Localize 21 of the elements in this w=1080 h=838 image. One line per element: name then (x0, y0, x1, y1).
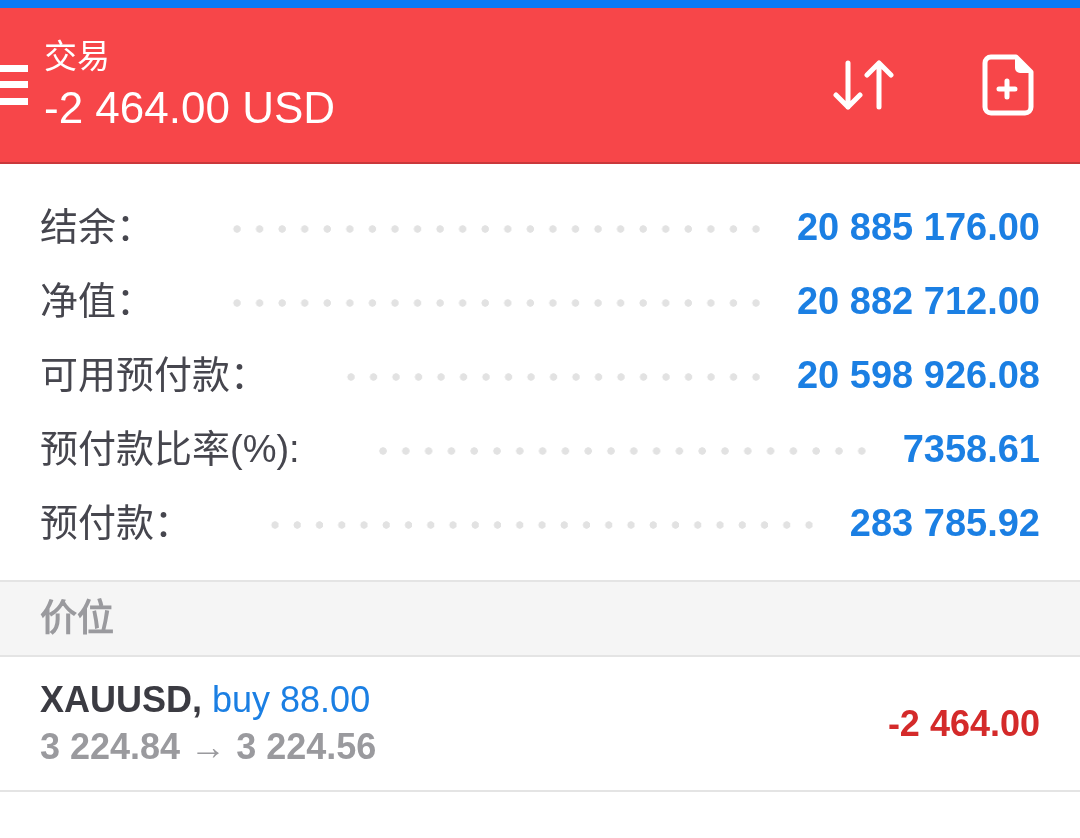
position-profit: -2 464.00 (887, 701, 1040, 746)
section-title: 价位 (40, 596, 114, 641)
summary-label: 可用预付款： (40, 352, 268, 398)
summary-label: 预付款： (40, 500, 192, 546)
summary-value: 20 882 712.00 (797, 278, 1040, 324)
position-row[interactable]: XAUUSD, buy 88.00 3 224.84 → 3 224.56 -2 464.00 (0, 657, 1080, 792)
position-symbol: XAUUSD, (40, 677, 203, 722)
summary-label: 预付款比率(%): (40, 426, 300, 472)
position-order: buy 88.00 (212, 677, 371, 722)
menu-icon[interactable] (0, 65, 28, 105)
screen-title: 交易 (44, 37, 111, 76)
summary-value: 20 885 176.00 (797, 204, 1040, 250)
summary-value: 283 785.92 (849, 500, 1040, 546)
summary-label: 结余： (40, 204, 154, 250)
position-prices: 3 224.84 → 3 224.56 (40, 724, 377, 769)
total-profit: -2 464.00 USD (44, 83, 337, 133)
sort-icon[interactable] (833, 60, 895, 110)
document-plus-icon[interactable] (982, 54, 1034, 116)
summary-value: 7358.61 (902, 426, 1040, 472)
summary-label: 净值： (40, 278, 154, 324)
summary-value: 20 598 926.08 (797, 352, 1040, 398)
